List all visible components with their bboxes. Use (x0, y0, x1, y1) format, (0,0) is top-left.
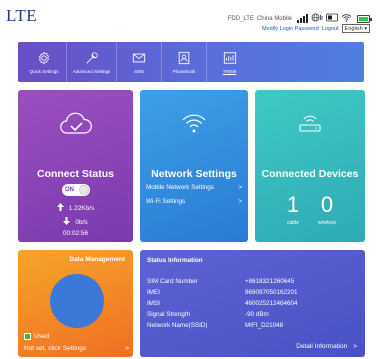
toolbar-label: Phonebook (172, 68, 196, 74)
data-usage-pie (50, 274, 104, 328)
status-key: IMSI (147, 300, 160, 307)
status-key: IMEI (147, 289, 160, 296)
device-labels: cable wireless (255, 220, 365, 226)
link-label: Wi-Fi Settings (146, 198, 186, 205)
card-title: Connect Status (36, 168, 114, 180)
table-row: SIM Card Number +8618321260645 (147, 276, 357, 287)
toolbar: Quick Settings Advanced Settings SMS Pho… (18, 42, 364, 82)
status-key: Network Name(SSID) (147, 322, 208, 329)
upload-value: 1.22Kb/s (68, 204, 95, 212)
header-links: Modify Login Password Logout English ▾ (262, 24, 370, 33)
toggle-knob (79, 185, 89, 195)
wireless-count: 0 (320, 192, 334, 217)
toolbar-quick-settings[interactable]: Quick Settings (22, 42, 67, 82)
table-row: IMSI 460025212464604 (147, 298, 357, 309)
toolbar-label: TR069 (222, 68, 237, 74)
toolbar-label: Advanced Settings (72, 68, 111, 74)
status-value: MIFI_D21048 (245, 322, 284, 329)
network-mode: FDD_LTE (227, 15, 254, 22)
operator-name: China Mobile (256, 15, 292, 22)
data-management-card: Data Management Used Not set, click Sett… (18, 250, 133, 357)
upload-rate: 1.22Kb/s (18, 203, 133, 213)
signal-icon (297, 14, 308, 23)
wifi-icon (182, 112, 206, 139)
toggle-label: ON (65, 187, 74, 193)
wifi-settings-link[interactable]: Wi-Fi Settings > (146, 198, 242, 205)
chevron-right-icon: > (238, 198, 242, 205)
wireless-label: wireless (317, 220, 337, 226)
header: LTE FDD_LTE China Mobile Modify Login Pa… (0, 0, 380, 38)
wifi-icon (341, 13, 352, 24)
chevron-right-icon: > (125, 345, 129, 352)
detail-information-link[interactable]: Detail Information > (296, 343, 357, 350)
duration-value: 00:02:56 (62, 230, 89, 237)
battery-icon (357, 14, 372, 23)
toolbar-label: SMS (134, 68, 144, 74)
contact-icon (177, 51, 191, 66)
link-label: Mobile Network Settings (146, 184, 214, 191)
connect-status-card: Connect Status ON 1.22Kb/s 0b/s 00:02:56 (18, 90, 133, 242)
status-key: Signal Strength (147, 311, 191, 318)
arrow-down-icon (63, 217, 71, 227)
toolbar-label: Quick Settings (29, 68, 59, 74)
arrow-up-icon (56, 203, 64, 213)
status-bar: FDD_LTE China Mobile (227, 13, 372, 24)
status-key: SIM Card Number (147, 278, 198, 285)
toolbar-phonebook[interactable]: Phonebook (162, 42, 207, 82)
modify-password-link[interactable]: Modify Login Password (262, 26, 319, 32)
chart-icon (223, 51, 237, 66)
logo: LTE (6, 6, 38, 25)
chevron-right-icon: > (353, 343, 357, 350)
status-value: 460025212464604 (245, 300, 298, 307)
envelope-icon (132, 51, 146, 66)
card-title: Network Settings (151, 168, 237, 180)
status-table: SIM Card Number +8618321260645 IMEI 8690… (147, 276, 357, 331)
language-select[interactable]: English ▾ (341, 24, 370, 33)
cable-count: 1 (286, 192, 300, 217)
mobile-network-settings-link[interactable]: Mobile Network Settings > (146, 184, 242, 191)
notset-label: Not set, click Settings (24, 345, 87, 352)
used-legend: Used (24, 333, 49, 340)
status-value: 869097050162201 (245, 289, 298, 296)
download-rate: 0b/s (18, 217, 133, 227)
sim-icon (326, 13, 338, 24)
router-icon (297, 112, 323, 139)
detail-label: Detail Information (296, 343, 348, 350)
cable-label: cable (287, 220, 299, 226)
connection-toggle[interactable]: ON (62, 184, 90, 196)
table-row: Signal Strength -90 dBm (147, 309, 357, 320)
card-title: Status Information (147, 257, 203, 264)
connection-duration: 00:02:56 (18, 230, 133, 237)
connected-devices-card[interactable]: Connected Devices 1 0 cable wireless (255, 90, 365, 242)
status-information-card: Status Information SIM Card Number +8618… (140, 250, 365, 357)
toolbar-advanced-settings[interactable]: Advanced Settings (67, 42, 117, 82)
used-swatch (24, 333, 31, 340)
card-title: Data Management (69, 256, 125, 263)
card-title: Connected Devices (261, 168, 359, 180)
table-row: IMEI 869097050162201 (147, 287, 357, 298)
network-settings-card: Network Settings Mobile Network Settings… (140, 90, 248, 242)
device-counts: 1 0 (255, 192, 365, 218)
logout-link[interactable]: Logout (322, 26, 339, 32)
language-value: English (344, 26, 363, 32)
download-value: 0b/s (75, 218, 88, 226)
data-settings-link[interactable]: Not set, click Settings > (24, 345, 129, 352)
settings-icon (85, 51, 99, 66)
status-value: -90 dBm (245, 311, 269, 318)
status-value: +8618321260645 (245, 278, 295, 285)
cloud-check-icon (59, 112, 93, 141)
table-row: Network Name(SSID) MIFI_D21048 (147, 320, 357, 331)
chevron-right-icon: > (238, 184, 242, 191)
globe-icon (311, 13, 323, 24)
toolbar-tr069[interactable]: TR069 (207, 42, 252, 82)
toolbar-sms[interactable]: SMS (117, 42, 162, 82)
gear-icon (37, 51, 51, 66)
used-label: Used (34, 333, 50, 340)
